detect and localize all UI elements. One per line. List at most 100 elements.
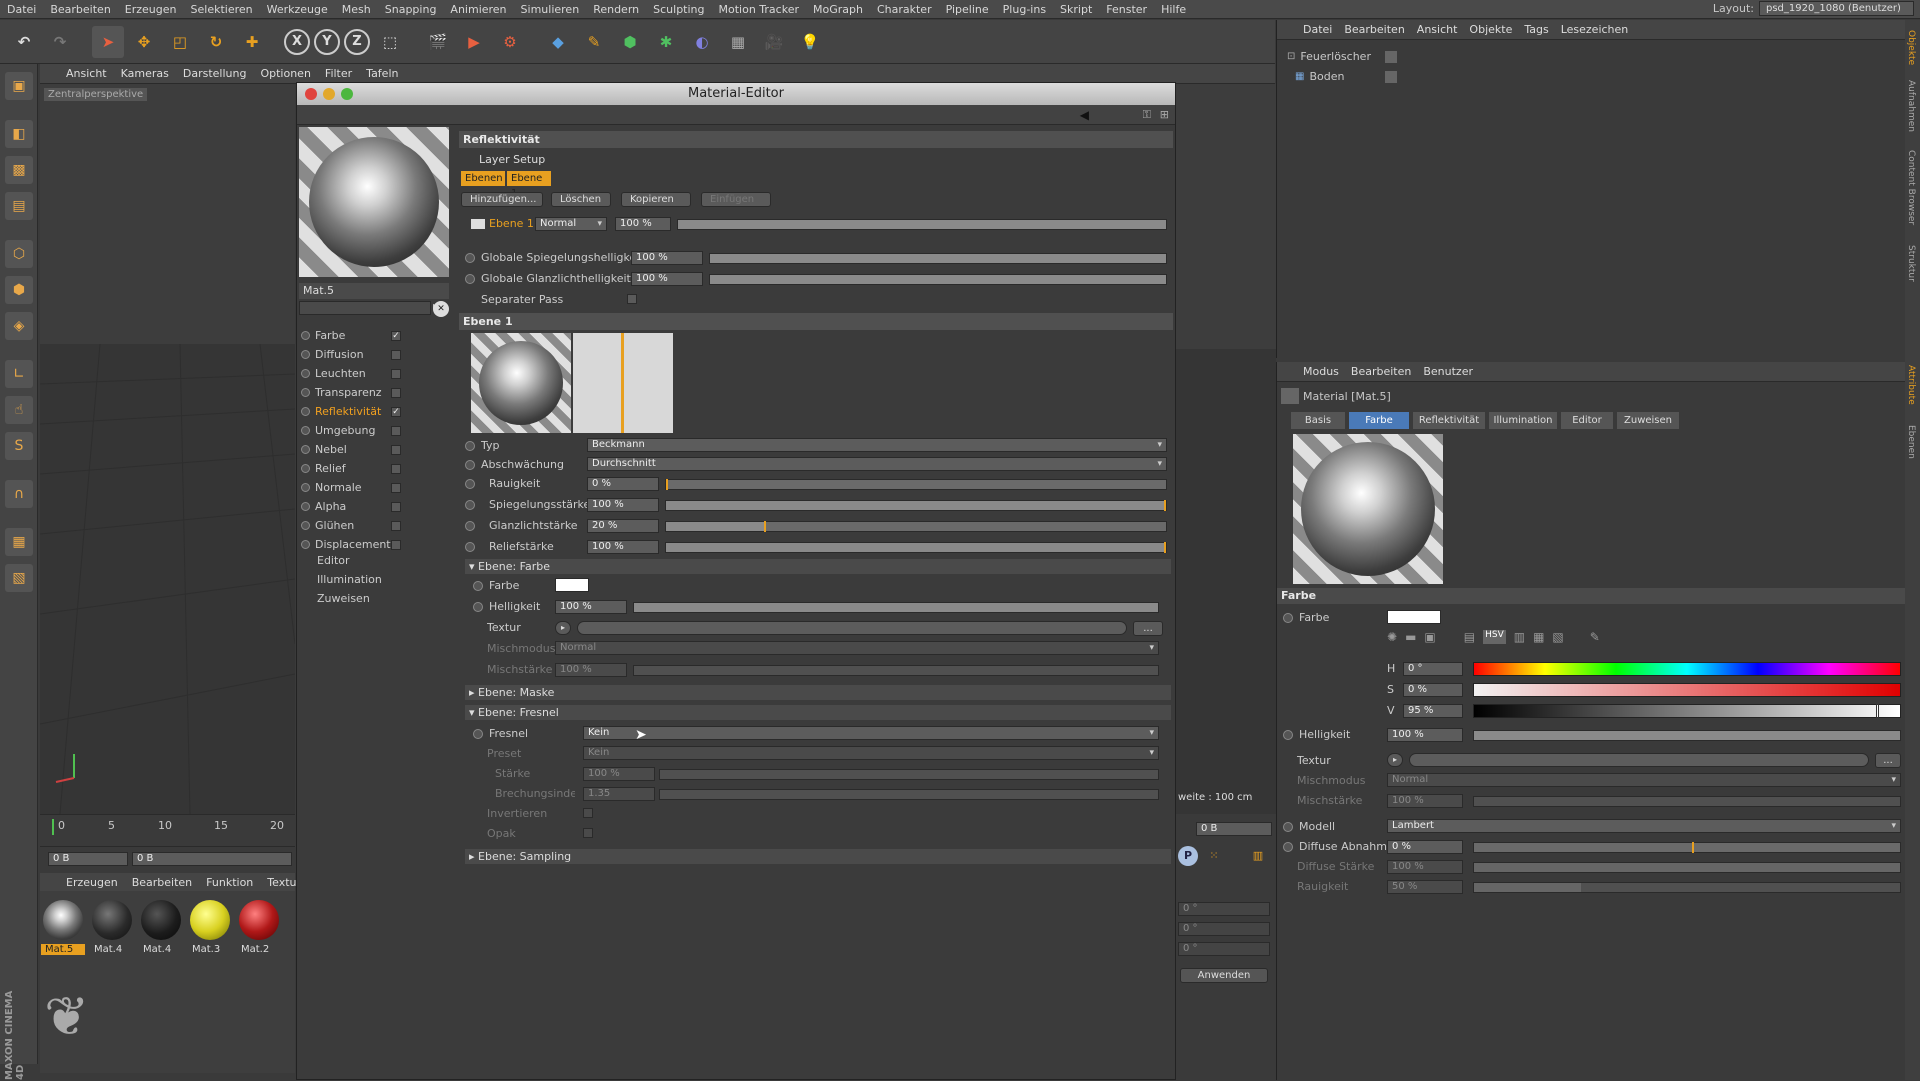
texture-mode-icon[interactable]: ▩ [5, 156, 33, 184]
animate-radio-icon[interactable] [301, 407, 310, 416]
keyframe-p-icon[interactable]: P [1178, 846, 1198, 866]
attr-helligkeit-slider[interactable] [1473, 730, 1901, 741]
deformer-icon[interactable]: ◐ [686, 26, 718, 58]
timeline-icon[interactable]: ▥ [1248, 846, 1268, 866]
animate-radio-icon[interactable] [465, 500, 475, 510]
menu-item-12[interactable]: MoGraph [806, 3, 870, 16]
floor-icon[interactable]: ▦ [722, 26, 754, 58]
lock-icon[interactable]: ⚿ [1143, 108, 1151, 122]
attr-tab-zuweisen[interactable]: Zuweisen [1617, 412, 1679, 429]
channel-leuchten[interactable]: Leuchten [301, 365, 411, 382]
material-name-field[interactable]: Mat.5 [299, 283, 449, 299]
layers-tab[interactable]: Ebenen [461, 171, 505, 186]
render-picture-icon[interactable]: ▶ [458, 26, 490, 58]
channel-checkbox[interactable]: ✓ [391, 407, 401, 417]
channel-diffusion[interactable]: Diffusion [301, 346, 411, 363]
textur-browse-button[interactable]: ... [1133, 621, 1163, 636]
animate-radio-icon[interactable] [301, 350, 310, 359]
viewport[interactable] [40, 84, 295, 814]
back-arrow-icon[interactable]: ◀ [1080, 108, 1089, 122]
viewport-menu-optionen[interactable]: Optionen [260, 67, 310, 80]
swatches-mode-icon[interactable]: ▧ [1552, 630, 1563, 644]
add-layer-button[interactable]: Hinzufügen... [461, 192, 543, 207]
attr-diffuse-abnahme-slider[interactable] [1473, 842, 1901, 853]
typ-dropdown[interactable]: Beckmann [587, 438, 1167, 452]
light-icon[interactable]: 💡 [794, 26, 826, 58]
hue-slider[interactable] [1473, 662, 1901, 676]
attr-tab-farbe[interactable]: Farbe [1349, 412, 1409, 429]
am-menu-benutzer[interactable]: Benutzer [1423, 365, 1473, 378]
global-gloss-slider[interactable] [709, 274, 1167, 285]
kelvin-mode-icon[interactable]: ▥ [1514, 630, 1525, 644]
attr-textur-browse-button[interactable]: ... [1875, 753, 1901, 768]
rgb-mode-icon[interactable]: ▤ [1464, 630, 1475, 644]
grid-lock-icon[interactable]: ▦ [5, 528, 33, 556]
menu-item-13[interactable]: Charakter [870, 3, 939, 16]
hsv-v-field[interactable]: 95 % [1403, 704, 1463, 718]
side-tab-objekte[interactable]: Objekte [1906, 30, 1916, 65]
hsv-s-field[interactable]: 0 % [1403, 683, 1463, 697]
cloner-icon[interactable]: ✱ [650, 26, 682, 58]
camera-icon[interactable]: 🎥 [758, 26, 790, 58]
extra-editor[interactable]: Editor [317, 554, 350, 567]
preset-dropdown[interactable]: Kein [583, 746, 1159, 760]
attr-diffuse-staerke-field[interactable]: 100 % [1387, 860, 1463, 874]
color-wheel-icon[interactable]: ✺ [1387, 630, 1397, 644]
attr-modell-dropdown[interactable]: Lambert [1387, 819, 1901, 833]
param-field[interactable]: 100 % [587, 498, 659, 512]
global-gloss-field[interactable]: 100 % [631, 272, 703, 286]
attenuation-dropdown[interactable]: Durchschnitt [587, 457, 1167, 471]
farbe-color-swatch[interactable] [555, 578, 589, 592]
animate-radio-icon[interactable] [465, 479, 475, 489]
channel-checkbox[interactable]: ✓ [391, 331, 401, 341]
render-view-icon[interactable]: 🎬 [422, 26, 454, 58]
animate-radio-icon[interactable] [301, 540, 310, 549]
sub-maske-header[interactable]: ▸ Ebene: Maske [465, 685, 1171, 700]
spectrum-icon[interactable]: ▬ [1405, 630, 1416, 644]
layer-mode-dropdown[interactable]: Normal [535, 217, 607, 231]
channel-farbe[interactable]: Farbe✓ [301, 327, 411, 344]
attr-rauigkeit-slider[interactable] [1473, 882, 1901, 893]
helligkeit-slider[interactable] [633, 602, 1159, 613]
mischmodus-dropdown[interactable]: Normal [555, 641, 1159, 655]
axis-mode-icon[interactable]: ∟ [5, 360, 33, 388]
attr-farbe-swatch[interactable] [1387, 610, 1441, 624]
attr-textur-arrow-icon[interactable]: ▸ [1387, 753, 1403, 767]
animate-radio-icon[interactable] [1283, 730, 1293, 740]
expand-icon[interactable]: ⊞ [1160, 108, 1169, 121]
animate-radio-icon[interactable] [301, 483, 310, 492]
side-tab-aufnahmen[interactable]: Aufnahmen [1906, 80, 1916, 132]
coord-field-1[interactable]: 0 ° [1178, 902, 1270, 916]
coord-field-3[interactable]: 0 ° [1178, 942, 1270, 956]
model-mode-icon[interactable]: ▣ [5, 72, 33, 100]
channel-relief[interactable]: Relief [301, 460, 411, 477]
scale-tool-icon[interactable]: ◰ [164, 26, 196, 58]
am-menu-modus[interactable]: Modus [1303, 365, 1339, 378]
z-axis-icon[interactable]: Z [344, 29, 370, 55]
menu-item-14[interactable]: Pipeline [939, 3, 996, 16]
animate-radio-icon[interactable] [465, 542, 475, 552]
channel-umgebung[interactable]: Umgebung [301, 422, 411, 439]
mischstaerke-slider[interactable] [633, 665, 1159, 676]
move-tool-icon[interactable]: ✥ [128, 26, 160, 58]
sub-fresnel-header[interactable]: ▾ Ebene: Fresnel [465, 705, 1171, 720]
mat-menu-bearbeiten[interactable]: Bearbeiten [132, 876, 192, 889]
channel-checkbox[interactable] [391, 369, 401, 379]
animate-radio-icon[interactable] [465, 441, 475, 451]
menu-item-6[interactable]: Snapping [378, 3, 444, 16]
hsv-h-field[interactable]: 0 ° [1403, 662, 1463, 676]
channel-checkbox[interactable] [391, 521, 401, 531]
object-row-feuerloescher[interactable]: ⊡ Feuerlöscher [1287, 50, 1371, 63]
zoom-icon[interactable] [341, 88, 353, 100]
eye-icon[interactable] [471, 219, 485, 229]
channel-normale[interactable]: Normale [301, 479, 411, 496]
viewport-menu-tafeln[interactable]: Tafeln [366, 67, 398, 80]
param-field[interactable]: 100 % [587, 540, 659, 554]
attr-helligkeit-field[interactable]: 100 % [1387, 728, 1463, 742]
animate-radio-icon[interactable] [301, 502, 310, 511]
attr-diffuse-staerke-slider[interactable] [1473, 862, 1901, 873]
animate-radio-icon[interactable] [301, 426, 310, 435]
om-menu-ansicht[interactable]: Ansicht [1417, 23, 1458, 36]
separate-pass-checkbox[interactable] [627, 294, 637, 304]
animate-radio-icon[interactable] [473, 729, 483, 739]
